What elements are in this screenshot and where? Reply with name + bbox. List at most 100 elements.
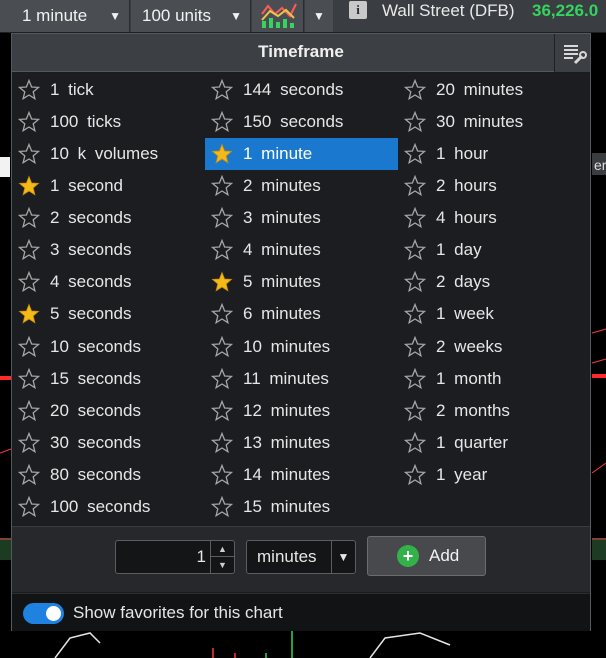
star-outline-icon[interactable] xyxy=(404,111,426,133)
star-outline-icon[interactable] xyxy=(18,207,40,229)
chevron-down-icon: ▼ xyxy=(109,9,121,23)
star-outline-icon[interactable] xyxy=(211,432,233,454)
timeframe-option[interactable]: 1 second xyxy=(12,170,204,202)
star-outline-icon[interactable] xyxy=(18,400,40,422)
star-outline-icon[interactable] xyxy=(404,432,426,454)
custom-unit-select[interactable]: minutes ▼ xyxy=(246,540,356,574)
star-outline-icon[interactable] xyxy=(18,464,40,486)
timeframe-option[interactable]: 10 k volumes xyxy=(12,138,204,170)
star-outline-icon[interactable] xyxy=(211,496,233,518)
timeframe-option-label: 1 minute xyxy=(243,144,313,163)
timeframe-option[interactable]: 10 seconds xyxy=(12,331,204,363)
timeframe-option[interactable]: 100 seconds xyxy=(12,491,204,523)
info-icon[interactable]: i xyxy=(349,1,367,19)
star-outline-icon[interactable] xyxy=(211,175,233,197)
chart-type-button[interactable] xyxy=(252,0,304,32)
star-outline-icon[interactable] xyxy=(404,464,426,486)
star-outline-icon[interactable] xyxy=(211,111,233,133)
timeframe-option-label: 1 week xyxy=(436,304,494,323)
star-outline-icon[interactable] xyxy=(211,368,233,390)
timeframe-option[interactable]: 80 seconds xyxy=(12,459,204,491)
star-outline-icon[interactable] xyxy=(211,303,233,325)
timeframe-option[interactable]: 4 seconds xyxy=(12,266,204,298)
timeframe-option-label: 10 minutes xyxy=(243,337,331,356)
timeframe-option[interactable]: 15 minutes xyxy=(205,491,398,523)
timeframe-option[interactable]: 30 minutes xyxy=(398,106,590,138)
star-outline-icon[interactable] xyxy=(18,111,40,133)
star-outline-icon[interactable] xyxy=(211,207,233,229)
timeframe-option[interactable]: 12 minutes xyxy=(205,395,398,427)
chart-type-chevron-button[interactable]: ▼ xyxy=(305,0,333,32)
timeframe-option[interactable]: 14 minutes xyxy=(205,459,398,491)
timeframe-option[interactable]: 2 months xyxy=(398,395,590,427)
customize-list-button[interactable] xyxy=(554,34,590,72)
star-filled-icon[interactable] xyxy=(18,175,40,197)
add-timeframe-button[interactable]: + Add xyxy=(367,536,486,576)
timeframe-option[interactable]: 4 hours xyxy=(398,202,590,234)
custom-value-input[interactable] xyxy=(116,541,212,573)
star-filled-icon[interactable] xyxy=(211,271,233,293)
star-outline-icon[interactable] xyxy=(404,175,426,197)
star-outline-icon[interactable] xyxy=(404,143,426,165)
timeframe-option[interactable]: 1 year xyxy=(398,459,590,491)
timeframe-option[interactable]: 5 minutes xyxy=(205,266,398,298)
star-outline-icon[interactable] xyxy=(18,368,40,390)
star-outline-icon[interactable] xyxy=(404,303,426,325)
timeframe-option[interactable]: 1 minute xyxy=(205,138,398,170)
timeframe-option-label: 2 months xyxy=(436,401,510,420)
timeframe-option[interactable]: 1 quarter xyxy=(398,427,590,459)
star-outline-icon[interactable] xyxy=(18,496,40,518)
timeframe-option[interactable]: 2 hours xyxy=(398,170,590,202)
custom-value-stepper[interactable]: ▲ ▼ xyxy=(115,540,235,574)
interval-dropdown[interactable]: 1 minute ▼ xyxy=(0,0,130,32)
timeframe-option[interactable]: 4 minutes xyxy=(205,234,398,266)
timeframe-option[interactable]: 2 seconds xyxy=(12,202,204,234)
favorites-toggle[interactable] xyxy=(23,603,64,624)
stepper-down-button[interactable]: ▼ xyxy=(211,557,234,573)
star-outline-icon[interactable] xyxy=(404,239,426,261)
timeframe-option[interactable]: 1 hour xyxy=(398,138,590,170)
star-outline-icon[interactable] xyxy=(404,400,426,422)
star-outline-icon[interactable] xyxy=(404,79,426,101)
star-outline-icon[interactable] xyxy=(404,207,426,229)
timeframe-option[interactable]: 5 seconds xyxy=(12,298,204,330)
stepper-up-button[interactable]: ▲ xyxy=(211,541,234,557)
timeframe-option[interactable]: 150 seconds xyxy=(205,106,398,138)
size-dropdown[interactable]: 100 units ▼ xyxy=(131,0,251,32)
timeframe-option[interactable]: 2 minutes xyxy=(205,170,398,202)
star-filled-icon[interactable] xyxy=(18,303,40,325)
timeframe-option[interactable]: 20 minutes xyxy=(398,74,590,106)
star-outline-icon[interactable] xyxy=(18,143,40,165)
star-outline-icon[interactable] xyxy=(18,239,40,261)
star-filled-icon[interactable] xyxy=(211,143,233,165)
timeframe-option[interactable]: 20 seconds xyxy=(12,395,204,427)
timeframe-option[interactable]: 100 ticks xyxy=(12,106,204,138)
timeframe-option[interactable]: 30 seconds xyxy=(12,427,204,459)
timeframe-option[interactable]: 11 minutes xyxy=(205,363,398,395)
star-outline-icon[interactable] xyxy=(404,336,426,358)
timeframe-option[interactable]: 3 seconds xyxy=(12,234,204,266)
timeframe-option[interactable]: 1 week xyxy=(398,298,590,330)
timeframe-option[interactable]: 144 seconds xyxy=(205,74,398,106)
timeframe-option[interactable]: 6 minutes xyxy=(205,298,398,330)
timeframe-option[interactable]: 15 seconds xyxy=(12,363,204,395)
star-outline-icon[interactable] xyxy=(18,79,40,101)
timeframe-option[interactable]: 1 month xyxy=(398,363,590,395)
star-outline-icon[interactable] xyxy=(404,271,426,293)
timeframe-option[interactable]: 1 day xyxy=(398,234,590,266)
star-outline-icon[interactable] xyxy=(404,368,426,390)
star-outline-icon[interactable] xyxy=(18,432,40,454)
star-outline-icon[interactable] xyxy=(211,400,233,422)
timeframe-option[interactable]: 13 minutes xyxy=(205,427,398,459)
timeframe-option[interactable]: 2 weeks xyxy=(398,331,590,363)
timeframe-option[interactable]: 3 minutes xyxy=(205,202,398,234)
timeframe-option[interactable]: 1 tick xyxy=(12,74,204,106)
star-outline-icon[interactable] xyxy=(211,336,233,358)
star-outline-icon[interactable] xyxy=(18,271,40,293)
star-outline-icon[interactable] xyxy=(18,336,40,358)
star-outline-icon[interactable] xyxy=(211,79,233,101)
timeframe-option[interactable]: 2 days xyxy=(398,266,590,298)
timeframe-option[interactable]: 10 minutes xyxy=(205,331,398,363)
star-outline-icon[interactable] xyxy=(211,239,233,261)
star-outline-icon[interactable] xyxy=(211,464,233,486)
